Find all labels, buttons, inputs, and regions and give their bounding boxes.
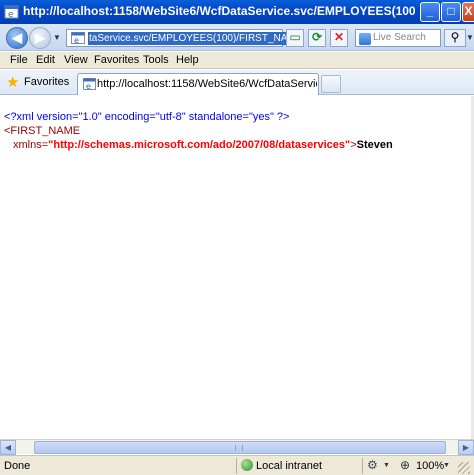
xml-declaration: <?xml version="1.0" encoding="utf-8" sta… [4,111,290,123]
tab-current[interactable]: e http://localhost:1158/WebSite6/WcfData… [77,73,319,95]
search-input[interactable]: Live Search [355,29,441,47]
scroll-grip-icon [235,445,243,451]
status-text: Done [4,460,31,472]
protected-mode-dropdown[interactable]: ▼ [383,462,390,469]
status-bar: Done Local intranet ⚙ ▼ ⊕ 100% ▼ [0,455,474,475]
search-placeholder: Live Search [373,32,426,43]
status-divider [236,458,237,474]
svg-text:e: e [8,10,14,20]
forward-button[interactable]: ▶ [29,27,51,49]
page-icon: e [83,78,96,90]
menu-view[interactable]: View [64,54,88,66]
refresh-icon[interactable]: ⟳ [308,29,326,47]
window-title: http://localhost:1158/WebSite6/WcfDataSe… [23,4,415,18]
favorites-label: Favorites [24,76,70,88]
security-zone: Local intranet [256,460,323,472]
resize-grip-icon[interactable] [458,462,470,474]
scroll-left-button[interactable]: ◀ [0,440,16,455]
xml-open-tag: <FIRST_NAME [4,125,81,137]
protected-mode-icon[interactable]: ⚙ [367,458,378,472]
favorites-bar: ★ Favorites e http://localhost:1158/WebS… [0,70,474,95]
scroll-right-button[interactable]: ▶ [458,440,474,455]
minimize-button[interactable]: _ [420,2,440,22]
recent-pages-dropdown[interactable]: ▼ [53,33,61,42]
favorites-button[interactable]: ★ Favorites [4,73,69,92]
live-search-icon [359,33,371,45]
svg-text:e: e [74,36,79,44]
internet-explorer-icon: e [4,5,19,20]
search-options-dropdown[interactable]: ▼ [466,33,474,42]
zoom-dropdown[interactable]: ▼ [443,462,450,469]
menu-bar: File Edit View Favorites Tools Help [0,52,474,69]
close-button[interactable]: X [462,2,474,22]
zoom-icon[interactable]: ⊕ [400,458,410,472]
menu-edit[interactable]: Edit [36,54,55,66]
address-input[interactable]: taService.svc/EMPLOYEES(100)/FIRST_NAME [88,32,304,45]
search-button[interactable]: ⚲ [444,29,466,47]
xml-namespace-line: xmlns="http://schemas.microsoft.com/ado/… [13,139,393,151]
new-tab-button[interactable] [321,75,341,93]
xml-attribute-value: "http://schemas.microsoft.com/ado/2007/0… [48,139,351,151]
status-divider [362,458,363,474]
navigation-bar: ◀ ▶ ▼ e taService.svc/EMPLOYEES(100)/FIR… [0,24,474,51]
scroll-thumb[interactable] [34,441,446,454]
tab-title: http://localhost:1158/WebSite6/WcfDataSe… [97,78,317,90]
title-bar: e http://localhost:1158/WebSite6/WcfData… [0,0,474,24]
back-button[interactable]: ◀ [6,27,28,49]
zoom-level[interactable]: 100% [416,460,444,472]
menu-favorites[interactable]: Favorites [94,54,139,66]
intranet-zone-icon [241,459,253,471]
star-icon: ★ [6,74,20,91]
address-bar[interactable]: e taService.svc/EMPLOYEES(100)/FIRST_NAM… [66,29,304,47]
stop-icon[interactable]: ✕ [330,29,348,47]
svg-text:e: e [86,82,91,90]
menu-file[interactable]: File [10,54,28,66]
xml-element-value: Steven [356,139,393,151]
page-icon: e [71,32,85,44]
horizontal-scrollbar[interactable]: ◀ ▶ [0,439,474,455]
xml-attribute-name: xmlns= [13,139,49,151]
maximize-button[interactable]: □ [441,2,461,22]
menu-help[interactable]: Help [176,54,199,66]
menu-tools[interactable]: Tools [143,54,169,66]
compatibility-view-icon[interactable]: ▭ [286,29,304,47]
page-content: <?xml version="1.0" encoding="utf-8" sta… [0,96,474,439]
